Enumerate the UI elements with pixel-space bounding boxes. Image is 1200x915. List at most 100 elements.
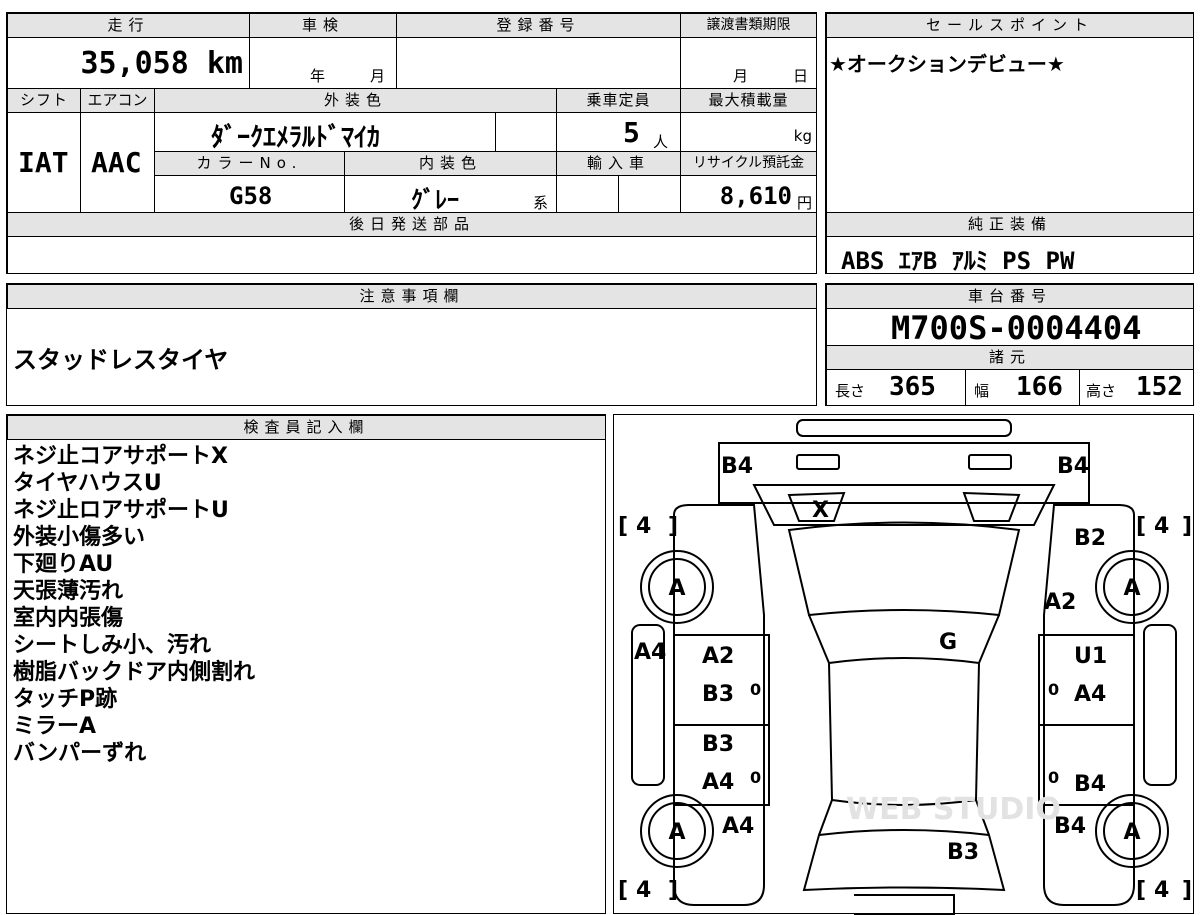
mark-front-right-corner: B4 (1057, 454, 1089, 479)
car-diagram-block: [ 4 ] [ 4 ] [ 4 ] [ 4 ] A A A A B4 B4 X … (613, 414, 1194, 915)
mark-left-rear-door-2: A4 (702, 770, 734, 795)
handle-left-front: 0 (750, 680, 761, 699)
transfer-day: 日 (793, 67, 809, 85)
windshield-outline (787, 521, 1021, 617)
inspector-line: 下廻りAU (13, 552, 114, 577)
chassis-value: M700S-0004404 (891, 309, 1142, 347)
height-label: 高さ (1086, 382, 1117, 400)
mark-right-front-door-1: U1 (1074, 644, 1107, 669)
length-cell: 長さ 365 (826, 369, 966, 406)
inspection-header: 車検 (249, 13, 397, 38)
mark-left-rear-door-1: B3 (702, 732, 734, 757)
later-parts-cell (7, 236, 817, 274)
inspector-line: ミラーA (13, 714, 97, 739)
interior-color-cell: ｸﾞﾚｰ 系 (344, 175, 557, 214)
tire-bracket-fr: [ (1136, 514, 1146, 539)
tire-depth-front-right: 4 (1154, 514, 1169, 539)
color-no-cell: G58 (154, 175, 345, 213)
inspector-line: ネジ止ロアサポートU (13, 498, 229, 523)
max-load-header: 最大積載量 (680, 88, 817, 113)
mileage-cell: 35,058 km (7, 37, 250, 89)
mark-left-side-panel: A4 (634, 640, 666, 665)
width-cell: 幅 166 (965, 369, 1080, 406)
mark-right-front-fender-upper: B2 (1074, 526, 1106, 551)
interior-color-value: ｸﾞﾚｰ (411, 186, 459, 214)
shift-value: IAT (18, 146, 69, 179)
tire-depth-rear-left: 4 (636, 878, 651, 903)
color-no-header: カラーNo. (154, 151, 345, 176)
right-headlight (968, 454, 1012, 470)
import-cell-2 (618, 175, 681, 213)
transfer-deadline-header: 譲渡書類期限 (680, 13, 817, 38)
interior-color-suffix: 系 (533, 194, 549, 212)
wheel-grade-rear-right: A (1123, 820, 1140, 845)
tire-depth-front-left: 4 (636, 514, 651, 539)
exterior-color-cell: ﾀﾞｰｸｴﾒﾗﾙﾄﾞﾏｲｶ (154, 112, 496, 153)
tire-bracket-rr: [ (1136, 878, 1146, 903)
inspector-line: 外装小傷多い (13, 525, 146, 550)
inspector-line: 天張薄汚れ (13, 579, 124, 604)
inspector-line: バンパーずれ (13, 741, 147, 766)
height-cell: 高さ 152 (1079, 369, 1194, 406)
inspector-line: ネジ止コアサポートX (13, 444, 228, 469)
mark-right-front-door-2: A4 (1074, 682, 1106, 707)
mark-rear-center: B3 (947, 840, 979, 865)
sales-point-cell: ★オークションデビュー★ (826, 37, 1194, 213)
length-label: 長さ (835, 382, 866, 400)
inspector-line: タイヤハウスU (13, 471, 162, 496)
recycle-unit: 円 (796, 194, 812, 212)
inspector-lines: ネジ止コアサポートX タイヤハウスU ネジ止ロアサポートU 外装小傷多い 下廻り… (13, 443, 255, 767)
max-load-cell: kg (680, 112, 817, 152)
tire-bracket-rl-close: ] (668, 878, 678, 903)
mark-right-rear-door: B4 (1074, 772, 1106, 797)
mark-left-rear-fender: A4 (722, 814, 754, 839)
later-parts-header: 後日発送部品 (7, 212, 817, 237)
capacity-cell: 5 人 (556, 112, 681, 152)
notes-header: 注意事項欄 (7, 284, 817, 309)
length-value: 365 (889, 372, 936, 402)
mileage-header: 走行 (7, 13, 250, 38)
front-bar-shape (796, 419, 1012, 437)
mileage-value: 35,058 km (80, 46, 243, 81)
notes-block: 注意事項欄 スタッドレスタイヤ (6, 283, 817, 406)
tire-depth-rear-right: 4 (1154, 878, 1169, 903)
capacity-unit: 人 (653, 133, 669, 151)
a-pillar-left (808, 614, 830, 664)
tire-bracket-fl: [ (618, 514, 628, 539)
sales-point-header: セールスポイント (826, 13, 1194, 38)
exterior-color-header: 外装色 (154, 88, 557, 113)
handle-right-front: 0 (1048, 680, 1059, 699)
height-value: 152 (1136, 372, 1183, 402)
inspector-line: タッチP跡 (13, 687, 118, 712)
width-value: 166 (1016, 372, 1063, 402)
wheel-grade-rear-left: A (668, 820, 685, 845)
handle-left-rear: 0 (750, 768, 761, 787)
right-side-panel-shape (1143, 624, 1177, 786)
max-load-unit: kg (793, 127, 812, 145)
inspector-line: 室内内張傷 (13, 606, 124, 631)
sales-point-block: セールスポイント ★オークションデビュー★ 純正装備 ABS ｴｱB ｱﾙﾐ P… (825, 12, 1194, 275)
aircon-value: AAC (91, 146, 142, 179)
equipment-value: ABS ｴｱB ｱﾙﾐ PS PW (841, 247, 1075, 275)
vehicle-info-block: 走行 車検 登録番号 譲渡書類期限 35,058 km 年 月 月 日 シフト … (6, 12, 817, 274)
inspection-cell: 年 月 (249, 37, 397, 89)
notes-value: スタッドレスタイヤ (13, 346, 229, 374)
tire-bracket-fr-close: ] (1182, 514, 1192, 539)
import-cell-1 (556, 175, 619, 213)
recycle-cell: 8,610 円 (680, 175, 817, 213)
registration-header: 登録番号 (396, 13, 681, 38)
wheel-grade-front-left: A (668, 576, 685, 601)
capacity-value: 5 (623, 116, 640, 149)
inspector-header: 検査員記入欄 (7, 415, 606, 440)
inspection-month: 月 (370, 67, 386, 85)
watermark: WEB STUDIO (846, 792, 1061, 827)
transfer-month: 月 (733, 67, 749, 85)
mark-right-front-fender-lower: A2 (1044, 590, 1076, 615)
aircon-cell: AAC (80, 112, 155, 213)
wheel-grade-front-right: A (1123, 576, 1140, 601)
color-no-value: G58 (229, 182, 273, 210)
car-diagram: [ 4 ] [ 4 ] [ 4 ] [ 4 ] A A A A B4 B4 X … (618, 419, 1192, 915)
rear-bumper-outline (854, 894, 955, 915)
recycle-header: リサイクル預託金 (680, 151, 817, 176)
chassis-header: 車台番号 (826, 284, 1194, 309)
